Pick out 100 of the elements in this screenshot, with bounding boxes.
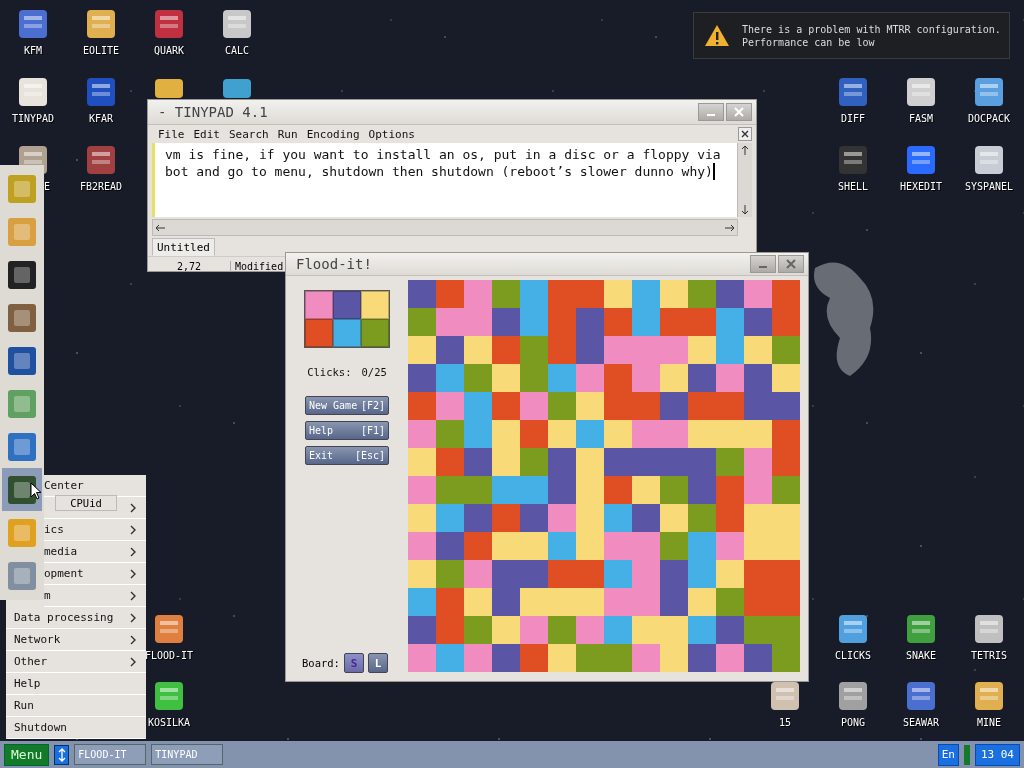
start-menu-item[interactable]: Network (6, 629, 146, 651)
close-icon (734, 107, 744, 117)
icon-label[interactable]: CALC (224, 45, 250, 56)
vertical-scrollbar[interactable] (737, 143, 752, 217)
app-icon[interactable] (837, 76, 869, 108)
text-editor[interactable]: vm is fine, if you want to install an os, put in a disc or a floppy via bot and go to menu, shutdown then shutdown (reboot’s slower dunno why) (152, 143, 737, 217)
game-button[interactable]: Help [F1] (305, 421, 389, 440)
app-icon[interactable] (17, 8, 49, 40)
menu-button[interactable]: Menu (4, 743, 50, 766)
app-icon[interactable] (905, 76, 937, 108)
app-icon[interactable] (837, 144, 869, 176)
minimize-icon (759, 266, 767, 268)
icon-label[interactable]: CLICKS (834, 650, 872, 661)
app-icon[interactable] (905, 680, 937, 712)
icon-label[interactable]: PONG (840, 717, 866, 728)
start-menu-item-text[interactable]: Data processing (14, 611, 114, 624)
launcher-button[interactable] (2, 468, 42, 511)
app-icon[interactable] (837, 613, 869, 645)
app-icon[interactable] (973, 680, 1005, 712)
start-menu-item-text[interactable]: Center (44, 479, 84, 492)
icon-label[interactable]: FB2READ (79, 181, 123, 192)
game-board-drawing[interactable] (408, 280, 800, 672)
menu-item[interactable]: Edit (193, 127, 220, 141)
board-size-button[interactable]: L (367, 653, 388, 673)
menu-item[interactable]: Options (368, 127, 415, 141)
icon-label[interactable]: SEAWAR (902, 717, 940, 728)
color-swatch[interactable] (305, 291, 333, 319)
icon-label[interactable]: KFAR (88, 113, 114, 124)
icon-label[interactable]: SNAKE (905, 650, 937, 661)
file-tab[interactable]: Untitled (152, 238, 215, 256)
start-menu-item-text[interactable]: Help (14, 677, 41, 690)
start-menu-item-text[interactable]: Shutdown (14, 721, 67, 734)
color-swatch[interactable] (333, 291, 361, 319)
start-menu-item[interactable]: Help (6, 673, 146, 695)
game-button[interactable]: New Game [F2] (305, 396, 389, 415)
window-title: Flood-it! (296, 256, 373, 272)
app-icon[interactable] (85, 8, 117, 40)
icon-label[interactable]: TETRIS (970, 650, 1008, 661)
language-indicator[interactable]: En (937, 743, 959, 766)
icon-label[interactable]: FASM (908, 113, 934, 124)
color-swatch[interactable] (305, 319, 333, 347)
close-button[interactable] (726, 103, 752, 121)
app-icon[interactable] (973, 144, 1005, 176)
text-line: bot and go to menu, shutdown then shutdown (reboot’s slower dunno why) (165, 163, 715, 180)
app-icon[interactable] (905, 613, 937, 645)
app-icon[interactable] (153, 77, 185, 98)
menu-item[interactable]: Run (277, 127, 298, 141)
minimize-button[interactable] (750, 255, 776, 273)
minimize-button[interactable] (698, 103, 724, 121)
app-icon[interactable] (85, 144, 117, 176)
icon-label[interactable]: KOSILKA (147, 717, 191, 728)
close-button[interactable] (778, 255, 804, 273)
clicks-count: 0/25 (361, 366, 387, 378)
app-icon[interactable] (153, 680, 185, 712)
icon-label[interactable]: QUARK (153, 45, 185, 56)
mouse-cursor-icon (30, 482, 42, 500)
icon-label[interactable]: TINYPAD (11, 113, 55, 124)
menu-item[interactable]: Search (229, 127, 269, 141)
icon-label[interactable]: MINE (976, 717, 1002, 728)
start-menu-item-text[interactable]: Other (14, 655, 48, 668)
icon-label[interactable]: FLOOD-IT (144, 650, 194, 661)
app-icon[interactable] (153, 613, 185, 645)
start-menu-item[interactable]: Data processing (6, 607, 146, 629)
game-button[interactable]: Exit [Esc] (305, 446, 389, 465)
start-menu-item-text[interactable]: media (44, 545, 78, 558)
color-swatch[interactable] (333, 319, 361, 347)
icon-label[interactable]: EOLITE (82, 45, 120, 56)
color-swatch[interactable] (361, 291, 389, 319)
start-menu-item-text[interactable]: ics (44, 523, 64, 536)
app-icon[interactable] (973, 76, 1005, 108)
menu-item[interactable]: Encoding (306, 127, 360, 141)
icon-label[interactable]: DIFF (840, 113, 866, 124)
close-tab-button[interactable] (738, 127, 752, 141)
app-icon[interactable] (837, 680, 869, 712)
icon-label[interactable]: E (44, 181, 50, 192)
horizontal-scrollbar[interactable] (152, 219, 738, 236)
start-menu-item-text[interactable]: opment (44, 567, 84, 580)
icon-label[interactable]: 15 (778, 717, 791, 728)
icon-label[interactable]: DOCPACK (967, 113, 1011, 124)
app-icon[interactable] (221, 77, 253, 98)
icon-label[interactable]: KFM (23, 45, 43, 56)
app-icon[interactable] (905, 144, 937, 176)
menu-item[interactable]: File (158, 127, 185, 141)
app-icon[interactable] (17, 76, 49, 108)
switch-button[interactable] (54, 744, 70, 765)
color-swatch[interactable] (361, 319, 389, 347)
app-icon[interactable] (153, 8, 185, 40)
app-icon[interactable] (85, 76, 117, 108)
start-menu-item[interactable]: Run (6, 695, 146, 717)
app-icon[interactable] (769, 680, 801, 712)
icon-label[interactable]: SYSPANEL (964, 181, 1014, 192)
start-menu-item-text[interactable]: m (44, 589, 51, 602)
start-menu-item[interactable]: Other (6, 651, 146, 673)
app-icon[interactable] (973, 613, 1005, 645)
start-menu-item[interactable]: Shutdown (6, 717, 146, 739)
app-icon[interactable] (221, 8, 253, 40)
icon-label[interactable]: SHELL (837, 181, 869, 192)
start-menu-item-text[interactable]: Run (14, 699, 34, 712)
start-menu-item-text[interactable]: Network (14, 633, 61, 646)
icon-label[interactable]: HEXEDIT (899, 181, 943, 192)
